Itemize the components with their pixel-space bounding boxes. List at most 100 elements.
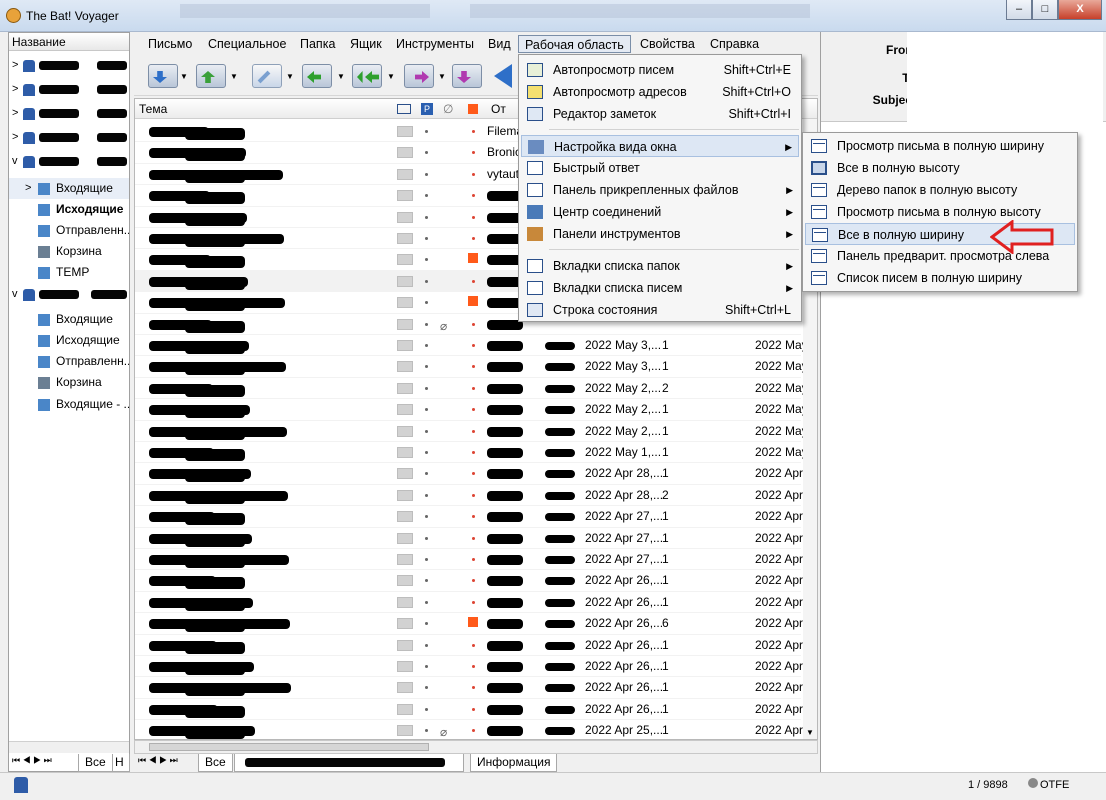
table-row[interactable]: 2022 Apr 28,... 2 2022 Apr [135,485,803,507]
folder-tab-2[interactable]: Н [112,754,130,772]
tab-nav-icon[interactable]: ⏮ ◀ ▶ ⏭ [138,755,178,766]
table-row[interactable]: 2022 Apr 26,... 1 2022 Apr [135,699,803,721]
menu-item-notes-editor[interactable]: Редактор заметок Shift+Ctrl+I [521,103,799,125]
table-row[interactable]: 2022 Apr 26,... 1 2022 Apr [135,635,803,656]
table-row[interactable]: 2022 Apr 26,... 1 2022 Apr [135,677,803,699]
account-icon [23,60,35,72]
folder-trash-2[interactable]: Корзина [9,372,129,393]
chevron-down-icon[interactable]: ▼ [387,72,395,81]
folder-tree-header[interactable]: Название [9,33,129,51]
folder-outbox-2[interactable]: Исходящие [9,330,129,351]
reply-button[interactable] [302,64,332,88]
menu-properties[interactable]: Свойства [634,35,701,53]
table-row[interactable]: 2022 Apr 27,... 1 2022 Apr [135,549,803,571]
menu-help[interactable]: Справка [704,35,765,53]
chevron-down-icon[interactable]: ▼ [180,72,188,81]
table-row[interactable]: 2022 Apr 26,... 1 2022 Apr [135,570,803,592]
new-letter-button[interactable] [252,64,282,88]
column-subject[interactable]: Тема [139,102,167,116]
table-row[interactable]: 2022 Apr 27,... 1 2022 Apr [135,528,803,549]
flag-icon[interactable] [468,617,478,628]
menu-folder[interactable]: Папка [294,35,341,53]
table-row[interactable]: 2022 Apr 27,... 1 2022 Apr [135,506,803,528]
priority-icon[interactable]: P [421,103,433,115]
menu-item-message-tabs[interactable]: Вкладки списка писем ▶ [521,277,799,299]
send-mail-button[interactable] [196,64,226,88]
list-tab-all[interactable]: Все [198,754,233,772]
table-row[interactable]: 2022 May 3,... 1 2022 May [135,356,808,378]
get-mail-button[interactable] [148,64,178,88]
table-row[interactable]: 2022 May 2,... 1 2022 May [135,421,808,442]
menu-item-toolbars[interactable]: Панели инструментов ▶ [521,223,799,245]
folder-sent-2[interactable]: Отправленн.. [9,351,129,372]
menu-item-status-bar[interactable]: Строка состояния Shift+Ctrl+L [521,299,799,321]
folder-sent[interactable]: Отправленн.. [9,220,129,241]
envelope-icon [397,489,413,501]
menu-item-autopreview-letters[interactable]: Автопросмотр писем Shift+Ctrl+E [521,59,799,81]
table-row[interactable]: 2022 May 3,... 1 2022 May [135,335,808,357]
table-row[interactable]: 2022 Apr 26,... 1 2022 Apr [135,656,803,678]
layout-option-tree-full-height[interactable]: Дерево папок в полную высоту [805,179,1075,201]
folder-trash[interactable]: Корзина [9,241,129,262]
flag-icon[interactable] [468,104,478,114]
table-row[interactable]: 2022 Apr 26,... 6 2022 Apr [135,613,803,635]
menu-item-folder-tabs[interactable]: Вкладки списка папок ▶ [521,255,799,277]
menu-item-autopreview-addresses[interactable]: Автопросмотр адресов Shift+Ctrl+O [521,81,799,103]
maximize-button[interactable]: □ [1032,0,1058,20]
column-from[interactable]: От [491,102,506,116]
close-button[interactable]: X [1058,0,1102,20]
folder-temp[interactable]: TEMP [9,262,129,283]
account-icon [23,289,35,301]
list-tab-redacted[interactable] [234,754,464,772]
menu-item-quick-reply[interactable]: Быстрый ответ [521,157,799,179]
tab-nav-icon[interactable]: ⏮ ◀ ▶ ⏭ [12,755,52,766]
flag-icon[interactable] [468,296,478,307]
flag-icon[interactable] [468,253,478,264]
folder-inbox-3[interactable]: Входящие - .. [9,394,129,415]
reply-all-button[interactable] [352,64,382,88]
folder-outbox[interactable]: Исходящие [9,199,129,220]
list-tab-info[interactable]: Информация [470,754,558,772]
account-2[interactable]: > [9,79,129,100]
menu-workspace[interactable]: Рабочая область [518,35,631,53]
table-row[interactable]: 2022 Apr 26,... 1 2022 Apr [135,592,803,614]
chevron-down-icon[interactable]: ▼ [337,72,345,81]
menu-tools[interactable]: Инструменты [390,35,480,53]
menu-special[interactable]: Специальное [202,35,292,53]
folder-hscroll[interactable] [9,741,129,753]
redirect-button[interactable] [452,64,482,88]
account-1[interactable]: > [9,55,129,76]
sent-icon [38,356,50,368]
table-row[interactable]: ⌀ 2022 Apr 25,... 1 2022 Apr [135,720,803,742]
layout-icon [811,161,827,175]
folder-tab-all[interactable]: Все [78,754,113,772]
layout-option-preview-full-width[interactable]: Просмотр письма в полную ширину [805,135,1075,157]
table-row[interactable]: 2022 May 2,... 2 2022 May [135,378,808,400]
chevron-down-icon[interactable]: ▼ [230,72,238,81]
menu-item-attachments-panel[interactable]: Панель прикрепленных файлов ▶ [521,179,799,201]
account-3[interactable]: > [9,103,129,124]
chevron-down-icon[interactable]: ▼ [438,72,446,81]
table-row[interactable]: 2022 Apr 28,... 1 2022 Apr [135,463,803,485]
forward-button[interactable] [404,64,434,88]
chevron-down-icon[interactable]: ▼ [286,72,294,81]
layout-option-all-full-height[interactable]: Все в полную высоту [805,157,1075,179]
folder-inbox-2[interactable]: Входящие [9,309,129,330]
envelope-icon [397,297,413,309]
attachment-icon[interactable]: ∅ [443,102,453,116]
minimize-button[interactable]: – [1006,0,1032,20]
account-5[interactable]: v [9,151,129,172]
account-6[interactable]: v [9,284,129,305]
folder-inbox[interactable]: > Входящие [9,178,129,199]
envelope-icon[interactable] [397,104,411,114]
menu-view[interactable]: Вид [482,35,517,53]
list-hscroll[interactable] [134,740,818,754]
menu-mailbox[interactable]: Ящик [344,35,388,53]
layout-option-list-full-width[interactable]: Список писем в полную ширину [805,267,1075,289]
table-row[interactable]: 2022 May 1,... 1 2022 May [135,442,808,464]
menu-item-connection-center[interactable]: Центр соединений ▶ [521,201,799,223]
menu-letter[interactable]: Письмо [142,35,198,53]
account-4[interactable]: > [9,127,129,148]
menu-item-window-layout[interactable]: Настройка вида окна ▶ [521,135,799,157]
table-row[interactable]: 2022 May 2,... 1 2022 May [135,399,808,421]
